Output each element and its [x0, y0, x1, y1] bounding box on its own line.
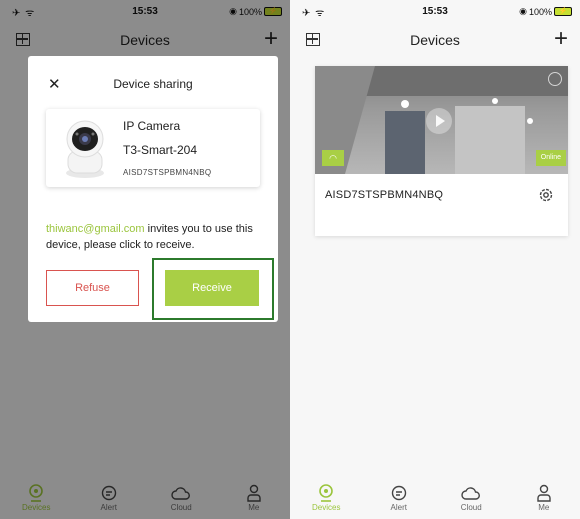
tab-alert[interactable]: Alert	[369, 477, 429, 519]
message-icon	[391, 485, 406, 501]
tab-bar: Devices Alert Cloud Me	[290, 477, 580, 519]
tab-me[interactable]: Me	[514, 477, 574, 519]
right-screen: ✈ ︎ᯤ 15:53 ◉ 100% ⚡ Devices + ◠ Online A…	[290, 0, 580, 519]
dialog-title: Device sharing	[113, 77, 193, 91]
camera-icon	[319, 484, 334, 502]
ip-camera-icon	[66, 120, 104, 178]
camera-card[interactable]: ◠ Online AISD7STSPBMN4NBQ	[315, 66, 568, 236]
refuse-button[interactable]: Refuse	[46, 270, 139, 306]
camera-name: AISD7STSPBMN4NBQ	[325, 189, 444, 201]
left-screen: ✈ ︎ᯤ 15:53 ◉ 100% ⚡ Devices + Devices Al…	[0, 0, 290, 519]
add-device-icon[interactable]: +	[554, 27, 568, 51]
play-icon[interactable]	[426, 108, 452, 134]
user-icon	[537, 484, 551, 502]
tab-label: Cloud	[460, 503, 482, 512]
tab-cloud[interactable]: Cloud	[441, 477, 501, 519]
camera-thumbnail[interactable]: ◠ Online	[315, 66, 568, 174]
tab-label: Me	[538, 503, 550, 512]
search-icon[interactable]	[548, 72, 562, 86]
wifi-icon: ◠	[322, 150, 344, 166]
invite-message: thiwanc@gmail.com invites you to use thi…	[46, 221, 268, 253]
battery-icon: ⚡	[554, 7, 572, 16]
tab-label: Alert	[390, 503, 407, 512]
cloud-icon	[461, 487, 481, 500]
nav-bar: Devices +	[290, 24, 580, 56]
device-serial: AISD7STSPBMN4NBQ	[123, 168, 212, 177]
status-bar: ✈ ︎ᯤ 15:53 ◉ 100% ⚡	[290, 0, 580, 22]
battery-percent: 100%	[528, 6, 552, 17]
tab-devices[interactable]: Devices	[296, 477, 356, 519]
device-name: IP Camera	[123, 119, 181, 133]
device-model: T3-Smart-204	[123, 143, 198, 157]
gear-icon[interactable]	[538, 187, 554, 203]
receive-highlight-box	[152, 258, 274, 320]
invite-email: thiwanc@gmail.com	[46, 223, 145, 235]
status-badge: Online	[535, 150, 566, 166]
tab-label: Devices	[312, 503, 341, 512]
page-title: Devices	[410, 32, 460, 48]
shared-device-card: IP Camera T3-Smart-204 AISD7STSPBMN4NBQ	[46, 109, 260, 187]
battery-indicator: ◉ 100% ⚡	[519, 6, 572, 17]
